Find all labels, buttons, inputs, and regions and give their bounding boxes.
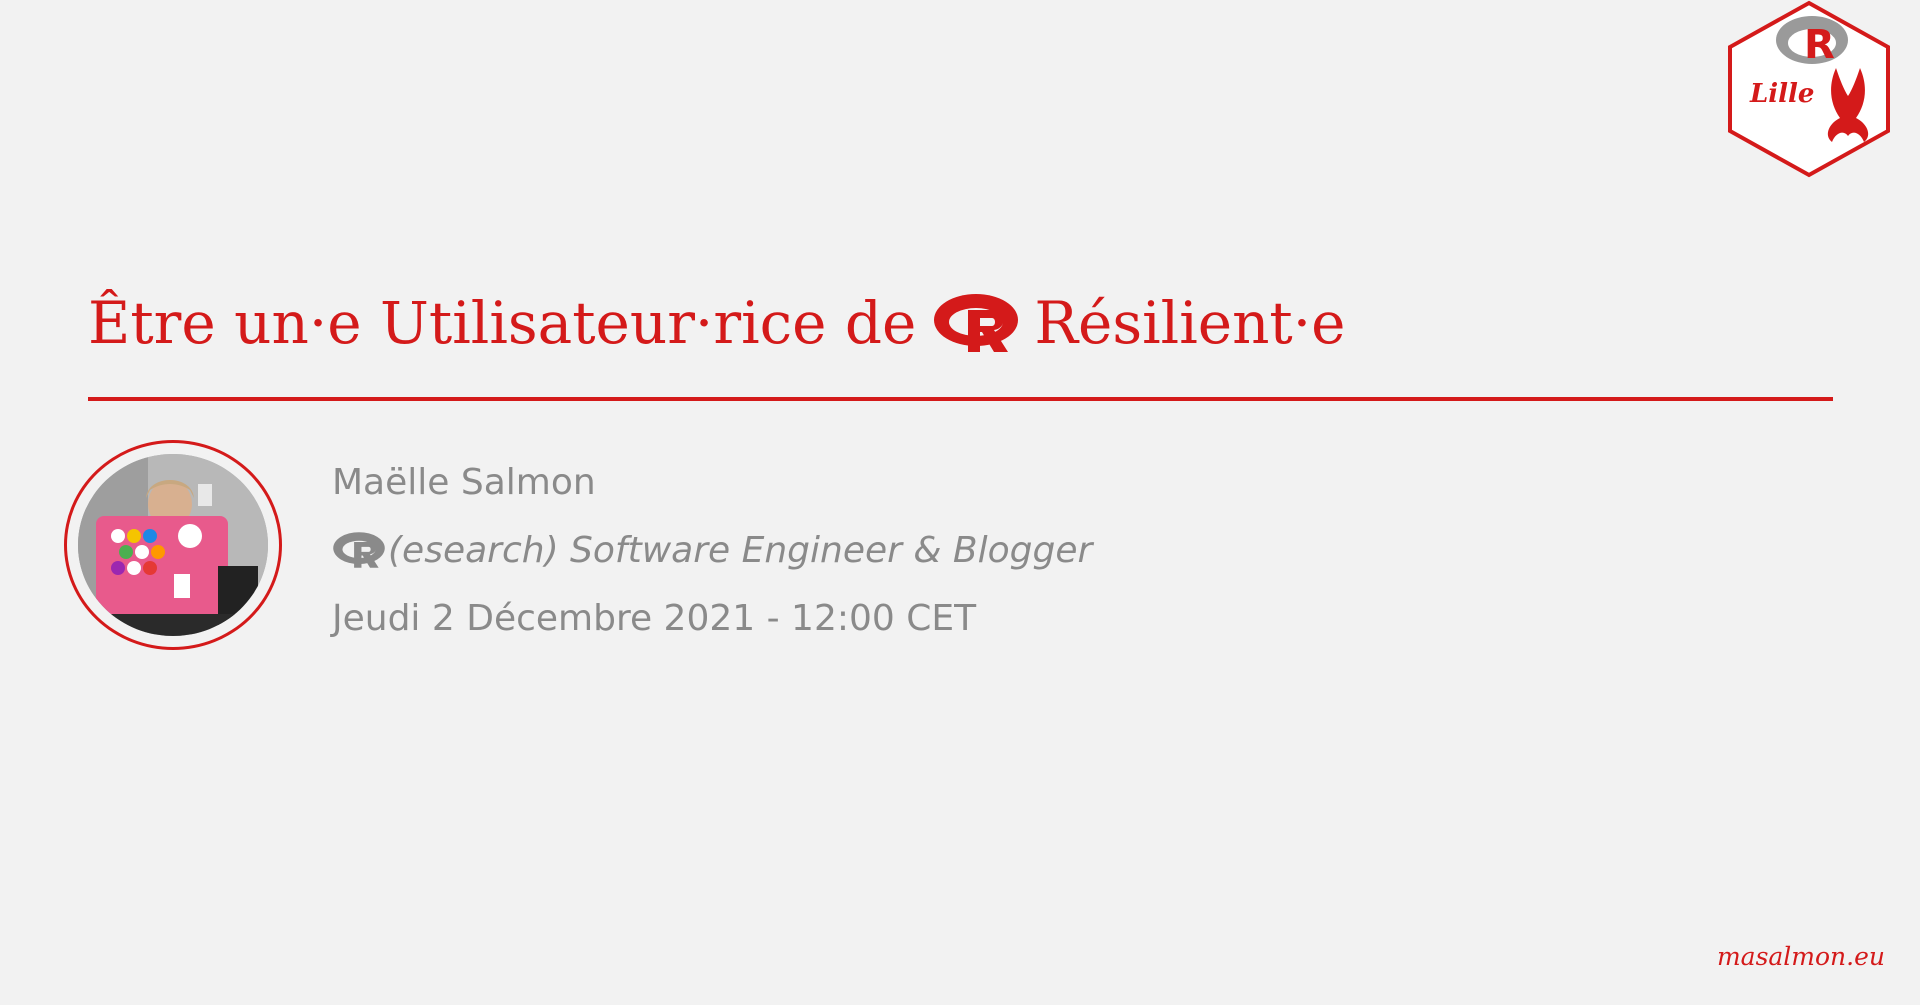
speaker-info: Maëlle Salmon (esearch) Software Enginee…: [332, 448, 1092, 652]
slide-title: Être un·e Utilisateur·rice de Résilient·…: [88, 292, 1346, 354]
footer-website: masalmon.eu: [1716, 942, 1885, 971]
speaker-photo: [78, 454, 268, 636]
talk-date: Jeudi 2 Décembre 2021 - 12:00 CET: [332, 597, 977, 639]
title-text-after: Résilient·e: [1034, 289, 1346, 357]
speaker-role-text: (esearch) Software Engineer & Blogger: [388, 529, 1093, 571]
speaker-name: Maëlle Salmon: [332, 461, 596, 503]
title-text-before: Être un·e Utilisateur·rice de: [88, 289, 917, 357]
logo-text: Lille: [1749, 79, 1814, 109]
title-divider: [88, 397, 1833, 401]
r-logo-icon: [934, 294, 1019, 352]
r-lille-hex-logo: R Lille: [1728, 0, 1890, 178]
logo-letter: R: [1804, 22, 1835, 68]
speaker-role: (esearch) Software Engineer & Blogger: [332, 516, 1092, 584]
r-logo-icon: [333, 532, 385, 568]
title-slide: R Lille Être un·e Utilisateur·rice de Ré…: [0, 0, 1920, 1005]
speaker-avatar: [64, 440, 282, 650]
